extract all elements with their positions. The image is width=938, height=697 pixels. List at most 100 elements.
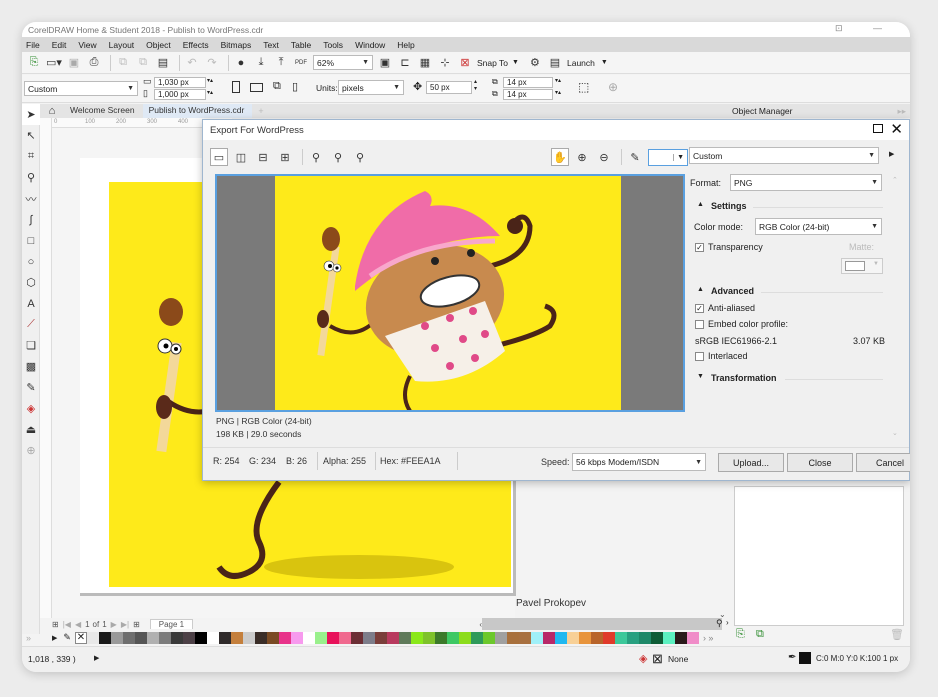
tab-publish-to-wordpress[interactable]: Publish to WordPress.cdr [142,104,253,118]
add-page-before-icon[interactable]: ⊞ [52,620,59,629]
zoom-level-select[interactable]: 62% ▼ [313,55,373,70]
color-swatch[interactable] [518,631,531,644]
no-color-swatch[interactable]: ✕ [74,631,87,644]
export-icon[interactable]: ⤒ [273,55,289,71]
color-swatch[interactable] [218,631,231,644]
pane-menu-icon[interactable]: ▶ [889,150,894,158]
collapse-settings-icon[interactable]: ▲ [697,201,704,208]
menu-layout[interactable]: Layout [109,40,135,50]
print-icon[interactable]: ⎙ [86,55,102,71]
color-swatch[interactable] [110,631,123,644]
open-icon[interactable]: ▭▾ [46,55,62,71]
status-menu-icon[interactable]: ▶ [94,654,99,662]
expand-docker-icon[interactable]: ▸▸ [897,106,906,117]
home-icon[interactable]: ⌂ [44,103,60,119]
color-swatch[interactable] [314,631,327,644]
new-layer-icon[interactable]: ⎘ [736,628,745,641]
options-gear-icon[interactable]: ⚙ [527,55,543,71]
speed-select[interactable]: 56 kbps Modem/ISDN ▼ [572,453,706,471]
color-swatch[interactable] [182,631,195,644]
color-swatch[interactable] [686,631,699,644]
upload-button[interactable]: Upload... [718,453,784,472]
text-tool-icon[interactable]: A [22,293,40,314]
collapse-advanced-icon[interactable]: ▲ [697,286,704,293]
duplicate-y-field[interactable]: 14 px [503,89,553,100]
advanced-section-header[interactable]: Advanced [711,286,754,296]
paste-icon[interactable]: ▤ [155,55,171,71]
copy-icon[interactable]: ⧉ [135,55,151,71]
current-page-icon[interactable]: ▯ [292,80,298,93]
new-master-layer-icon[interactable]: ⧉ [756,628,764,641]
menu-bitmaps[interactable]: Bitmaps [221,40,252,50]
palette-menu-icon[interactable]: ▶ [52,634,57,642]
launch-button[interactable]: Launch [567,58,595,68]
object-manager-panel[interactable] [734,486,904,626]
transformation-section-header[interactable]: Transformation [711,373,777,383]
zoom-100-icon[interactable]: ⚲ [351,148,369,166]
nudge-spinner[interactable]: ▴ ▾ [474,79,477,93]
color-swatch[interactable] [302,631,315,644]
drop-shadow-tool-icon[interactable]: ❏ [22,335,40,356]
color-mode-select[interactable]: RGB Color (24-bit) ▼ [755,218,882,235]
landscape-icon[interactable] [250,83,263,92]
eyedropper-icon[interactable]: ✎ [626,148,644,166]
format-select[interactable]: PNG ▼ [730,174,882,191]
color-swatch[interactable] [170,631,183,644]
color-swatch[interactable] [578,631,591,644]
color-swatch[interactable] [626,631,639,644]
color-swatch[interactable] [134,631,147,644]
portrait-icon[interactable] [232,81,240,93]
color-swatch[interactable] [554,631,567,644]
grid-icon[interactable]: ▦ [417,55,433,71]
color-swatch[interactable] [242,631,255,644]
quad-view-icon[interactable]: ⊞ [276,148,294,166]
dup-y-spinner[interactable]: ▾▴ [555,89,561,96]
color-swatch[interactable] [326,631,339,644]
pdf-icon[interactable]: PDF [293,55,309,71]
ellipse-tool-icon[interactable]: ○ [22,251,40,272]
eyedropper-tool-icon[interactable]: ✎ [22,377,40,398]
color-swatch[interactable] [494,631,507,644]
color-swatch[interactable] [662,631,675,644]
color-swatch[interactable] [98,631,111,644]
menu-file[interactable]: File [26,40,40,50]
color-swatch[interactable] [530,631,543,644]
horizontal-scrollbar[interactable] [482,618,722,630]
color-swatch[interactable] [194,631,207,644]
split-horizontal-icon[interactable]: ⊟ [254,148,272,166]
corel-connect-icon[interactable]: ● [233,55,249,71]
pan-hand-icon[interactable]: ✋ [551,148,569,166]
color-swatch[interactable] [506,631,519,644]
color-swatch[interactable] [542,631,555,644]
pick-tool-icon[interactable]: ➤ [22,104,40,125]
interlaced-checkbox[interactable] [695,352,704,361]
close-button[interactable]: Close [787,453,853,472]
palette-expand-icon[interactable]: » [26,633,31,643]
expand-transformation-icon[interactable]: ▼ [697,373,704,380]
add-tool-icon[interactable]: ⊕ [22,440,40,461]
artistic-media-tool-icon[interactable]: ∫ [22,209,40,230]
chevron-down-icon[interactable]: ▼ [512,59,519,66]
width-spinner[interactable]: ▾▴ [207,77,213,84]
color-swatch[interactable] [122,631,135,644]
freehand-tool-icon[interactable]: 〰 [22,188,40,209]
bleed-icon[interactable]: ⬚ [578,80,589,94]
color-swatch[interactable] [410,631,423,644]
settings-section-header[interactable]: Settings [711,201,747,211]
preset-select[interactable]: Custom ▼ [689,147,879,164]
snap-off-icon[interactable]: ⊠ [457,55,473,71]
full-screen-icon[interactable]: ▣ [377,55,393,71]
menu-window[interactable]: Window [355,40,385,50]
page-height-field[interactable]: 1,000 px [154,89,206,100]
color-swatch[interactable] [158,631,171,644]
matte-color-picker[interactable]: ▼ [648,148,688,166]
polygon-tool-icon[interactable]: ⬡ [22,272,40,293]
all-pages-icon[interactable]: ⧉ [273,80,281,93]
color-swatch[interactable] [446,631,459,644]
color-swatch[interactable] [266,631,279,644]
zoom-fit-icon[interactable]: ⚲ [307,148,325,166]
color-swatch[interactable] [422,631,435,644]
rectangle-tool-icon[interactable]: □ [22,230,40,251]
launch-icon[interactable]: ▤ [547,55,563,71]
new-document-icon[interactable]: ⎘ [26,55,42,71]
